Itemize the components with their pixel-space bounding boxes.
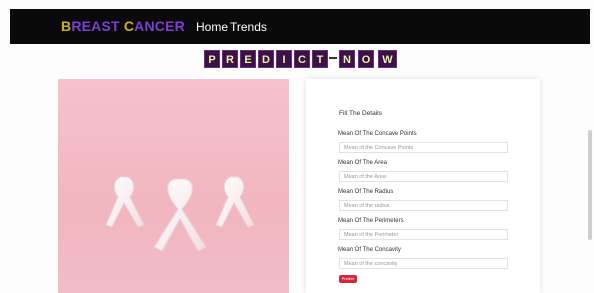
large-ribbon-center xyxy=(153,178,207,252)
scrollbar-thumb[interactable] xyxy=(588,130,592,240)
brand-text-2: ANCER xyxy=(134,18,185,34)
radius-input[interactable] xyxy=(339,200,508,211)
heading-tile: W xyxy=(378,50,397,68)
area-input[interactable] xyxy=(339,171,508,182)
ribbons-illustration xyxy=(105,176,255,252)
heading-tile: O xyxy=(358,50,374,68)
heading-tile: E xyxy=(240,50,256,68)
heading-tile: P xyxy=(204,50,220,68)
brand-letter-c: C xyxy=(123,18,135,34)
predict-button[interactable]: Predict xyxy=(339,275,357,283)
field-label-concavity: Mean Of The Concavity xyxy=(338,247,401,253)
small-ribbon-right xyxy=(215,176,255,228)
concavity-input[interactable] xyxy=(339,258,508,269)
field-label-perimeters: Mean Of The Perimeters xyxy=(338,218,404,224)
heading-tile: T xyxy=(312,50,328,68)
brand-logo[interactable]: BREAST CANCER xyxy=(61,18,185,34)
field-label-concave-points: Mean Of The Concave Points xyxy=(338,131,417,137)
heading-tile: R xyxy=(222,50,238,68)
heading-separator xyxy=(329,57,337,59)
field-label-area: Mean Of The Area xyxy=(338,160,387,166)
brand-text-1: REAST xyxy=(71,18,124,34)
form-title: Fill The Details xyxy=(339,110,382,117)
nav-link-trends[interactable]: Trends xyxy=(230,20,267,34)
heading-tile: D xyxy=(258,50,274,68)
heading-tile: C xyxy=(294,50,310,68)
small-ribbon-left xyxy=(105,176,145,228)
perimeters-input[interactable] xyxy=(339,229,508,240)
heading-tile: N xyxy=(339,50,355,68)
navbar: BREAST CANCER Home Trends xyxy=(10,9,590,44)
field-label-radius: Mean Of The Radius xyxy=(338,189,394,195)
pink-ribbons-image xyxy=(58,79,289,293)
predict-now-heading: P R E D I C T N O W xyxy=(0,50,594,70)
heading-tile: I xyxy=(276,50,292,68)
nav-link-home[interactable]: Home xyxy=(196,20,228,34)
brand-letter-b: B xyxy=(61,18,72,34)
concave-points-input[interactable] xyxy=(339,142,508,153)
prediction-form: Fill The Details Mean Of The Concave Poi… xyxy=(306,79,540,293)
